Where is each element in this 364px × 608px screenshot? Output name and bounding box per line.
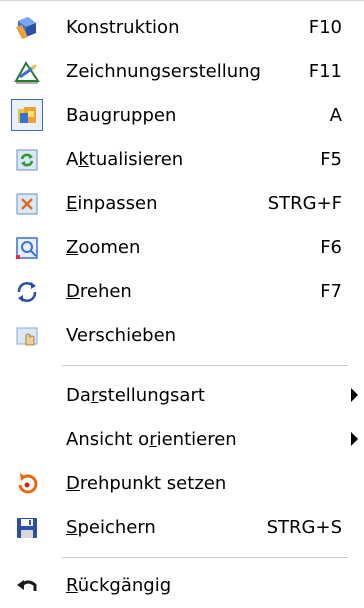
undo-icon — [14, 573, 40, 599]
menu-item-verschieben[interactable]: Verschieben — [0, 314, 364, 358]
menu-item-label: Einpassen — [66, 193, 158, 214]
menu-item-label: Zeichnungserstellung — [66, 61, 261, 82]
menu-item-darstellungsart[interactable]: Darstellungsart — [0, 374, 364, 418]
menu-item-label: Rückgängig — [66, 575, 172, 596]
menu-item-label: Darstellungsart — [66, 385, 205, 406]
menu-item-shortcut: STRG+F — [267, 193, 342, 214]
menu-item-label: Drehpunkt setzen — [66, 473, 227, 494]
menu-separator — [62, 557, 348, 559]
menu-item-label: Drehen — [66, 281, 132, 302]
pivot-icon — [14, 471, 40, 497]
menu-item-shortcut: STRG+S — [266, 517, 342, 538]
menu-item-label: Ansicht orientieren — [66, 429, 237, 450]
menu-item-label: Aktualisieren — [66, 149, 184, 170]
submenu-arrow-icon — [351, 388, 358, 402]
fit-icon — [14, 191, 40, 217]
menu-separator — [62, 365, 348, 367]
menu-item-label: Zoomen — [66, 237, 141, 258]
drawing-creation-icon — [14, 59, 40, 85]
assemblies-icon — [14, 103, 40, 129]
menu-item-label: Verschieben — [66, 325, 177, 346]
menu-item-shortcut: A — [329, 105, 342, 126]
menu-item-zoomen[interactable]: Zoomen F6 — [0, 226, 364, 270]
menu-item-aktualisieren[interactable]: Aktualisieren F5 — [0, 138, 364, 182]
menu-item-shortcut: F6 — [320, 237, 342, 258]
refresh-icon — [14, 147, 40, 173]
zoom-icon — [14, 235, 40, 261]
submenu-arrow-icon — [351, 432, 358, 446]
pan-icon — [14, 323, 40, 349]
menu-item-label: Speichern — [66, 517, 156, 538]
menu-item-shortcut: F7 — [320, 281, 342, 302]
menu-item-ansicht-orientieren[interactable]: Ansicht orientieren — [0, 418, 364, 462]
menu-item-label: Baugruppen — [66, 105, 177, 126]
menu-item-zeichnungserstellung[interactable]: Zeichnungserstellung F11 — [0, 50, 364, 94]
menu-item-baugruppen[interactable]: Baugruppen A — [0, 94, 364, 138]
menu-item-drehpunkt-setzen[interactable]: Drehpunkt setzen — [0, 462, 364, 506]
save-icon — [14, 515, 40, 541]
menu-item-rueckgaengig[interactable]: Rückgängig — [0, 564, 364, 608]
construction-icon — [14, 15, 40, 41]
menu-item-shortcut: F5 — [320, 149, 342, 170]
menu-top-border — [0, 0, 364, 1]
menu-item-konstruktion[interactable]: Konstruktion F10 — [0, 6, 364, 50]
menu-item-shortcut: F11 — [308, 61, 342, 82]
menu-item-speichern[interactable]: Speichern STRG+S — [0, 506, 364, 550]
menu-item-shortcut: F10 — [308, 17, 342, 38]
menu-item-label: Konstruktion — [66, 17, 180, 38]
menu-item-drehen[interactable]: Drehen F7 — [0, 270, 364, 314]
rotate-icon — [14, 279, 40, 305]
menu-item-einpassen[interactable]: Einpassen STRG+F — [0, 182, 364, 226]
